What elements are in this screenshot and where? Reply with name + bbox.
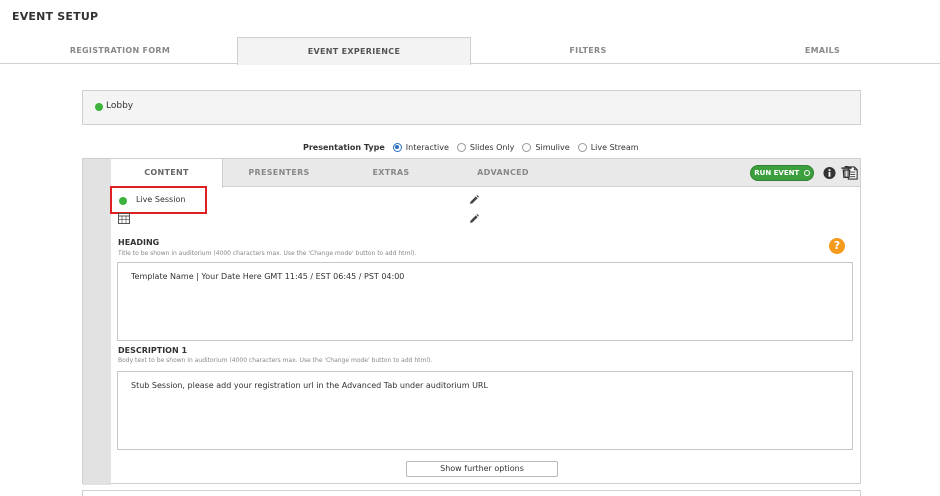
tab-registration-form[interactable]: REGISTRATION FORM (3, 37, 237, 65)
radio-live-stream-label: Live Stream (590, 142, 639, 152)
next-panel-edge (82, 490, 861, 496)
radio-live-stream[interactable] (577, 142, 587, 152)
radio-simulive[interactable] (522, 142, 532, 152)
description-hint: Body text to be shown in auditorium (400… (118, 357, 433, 364)
tab-filters[interactable]: FILTERS (471, 37, 705, 65)
page-title: EVENT SETUP (12, 10, 99, 23)
tab-extras[interactable]: EXTRAS (335, 159, 447, 187)
description-label: DESCRIPTION 1 (118, 346, 188, 355)
help-icon[interactable]: ? (829, 238, 845, 254)
presentation-type-row: Presentation Type Interactive Slides Onl… (303, 140, 647, 154)
run-event-label: RUN EVENT (754, 169, 800, 177)
radio-interactive-label: Interactive (405, 142, 449, 152)
play-circle-icon (803, 170, 810, 176)
radio-interactive[interactable] (392, 142, 402, 152)
heading-input[interactable]: Template Name | Your Date Here GMT 11:45… (117, 262, 853, 341)
lobby-row[interactable]: Lobby (82, 90, 861, 125)
show-further-options-button[interactable]: Show further options (406, 461, 558, 477)
info-icon[interactable] (823, 166, 836, 180)
radio-slides-only-label: Slides Only (469, 142, 515, 152)
presentation-type-label: Presentation Type (303, 142, 385, 152)
session-gutter (83, 159, 111, 485)
lobby-status-dot-icon (95, 103, 103, 111)
calendar-icon[interactable] (118, 213, 130, 224)
main-tabs: REGISTRATION FORM EVENT EXPERIENCE FILTE… (3, 37, 940, 65)
description-input[interactable]: Stub Session, please add your registrati… (117, 371, 853, 450)
radio-option-simulive[interactable]: Simulive (522, 142, 570, 152)
tab-content[interactable]: CONTENT (111, 159, 223, 188)
heading-hint: Title to be shown in auditorium (4000 ch… (118, 250, 417, 257)
radio-option-live-stream[interactable]: Live Stream (577, 142, 639, 152)
radio-slides-only[interactable] (456, 142, 466, 152)
page-header: EVENT SETUP REGISTRATION FORM EVENT EXPE… (0, 0, 940, 65)
run-event-button[interactable]: RUN EVENT (750, 165, 814, 181)
heading-label: HEADING (118, 238, 160, 247)
live-session-label: Live Session (136, 195, 186, 204)
tab-presenters[interactable]: PRESENTERS (223, 159, 335, 187)
tab-advanced[interactable]: ADVANCED (447, 159, 559, 187)
trash-icon[interactable] (840, 165, 853, 179)
radio-option-interactive[interactable]: Interactive (392, 142, 449, 152)
radio-option-slides-only[interactable]: Slides Only (456, 142, 515, 152)
lobby-label: Lobby (106, 101, 134, 111)
live-session-status-dot-icon (119, 197, 127, 205)
edit-status-pencil-icon[interactable] (469, 195, 479, 205)
edit-date-pencil-icon[interactable] (469, 214, 479, 224)
tab-event-experience[interactable]: EVENT EXPERIENCE (237, 37, 471, 65)
radio-simulive-label: Simulive (535, 142, 570, 152)
session-tabbar: CONTENT PRESENTERS EXTRAS ADVANCED RUN E… (111, 159, 860, 188)
tab-emails[interactable]: EMAILS (705, 37, 940, 65)
